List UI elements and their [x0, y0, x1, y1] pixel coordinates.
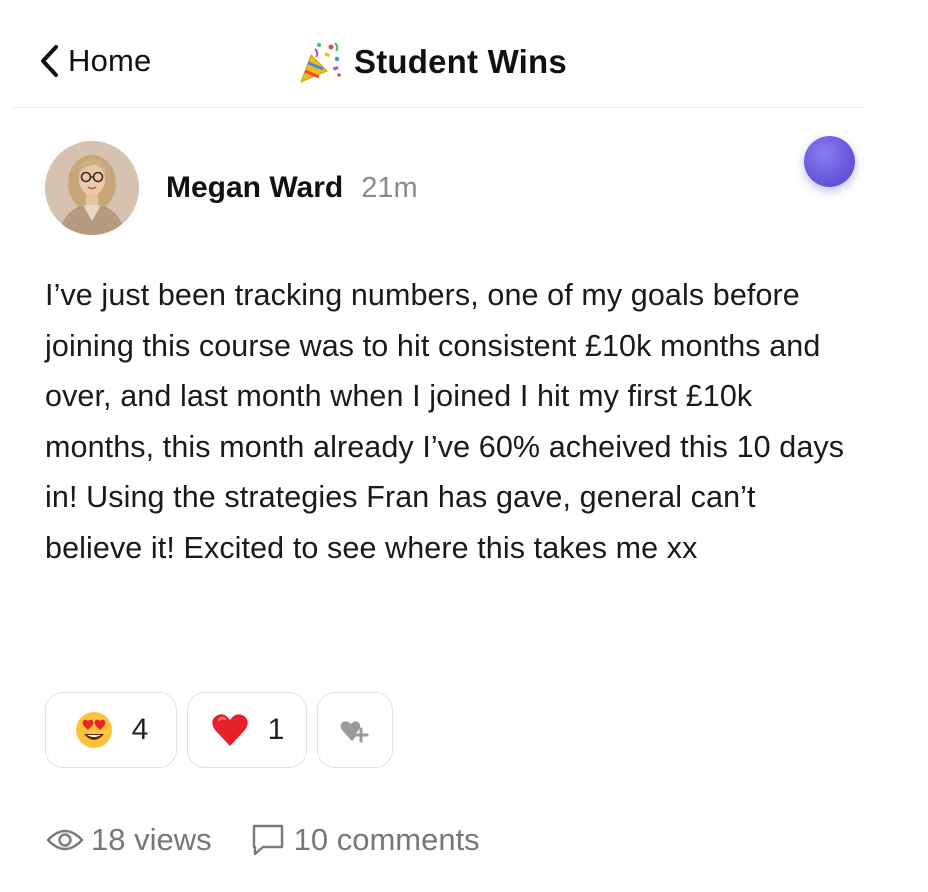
page-title: Student Wins: [354, 43, 567, 80]
avatar[interactable]: [45, 141, 139, 235]
reaction-count: 1: [267, 713, 285, 746]
views-count: 18 views: [91, 822, 212, 857]
reaction-red-heart[interactable]: 1: [187, 692, 307, 768]
reaction-count: 4: [131, 713, 149, 746]
page-title-group: Student Wins: [296, 36, 567, 88]
party-popper-icon: [296, 38, 344, 86]
comment-icon: [248, 820, 288, 860]
back-label: Home: [68, 43, 152, 78]
post-stats: 18 views 10 comments: [45, 818, 480, 862]
post-author-row: Megan Ward 21m: [166, 166, 418, 210]
views-stat: 18 views: [45, 820, 212, 860]
eye-icon: [45, 820, 85, 860]
post-timestamp: 21m: [361, 171, 418, 204]
red-heart-emoji-icon: [210, 710, 250, 750]
comments-count: 10 comments: [293, 822, 480, 857]
add-reaction-button[interactable]: [317, 692, 393, 768]
top-bar: Home Student Wins: [12, 0, 865, 108]
reaction-bar: 4 1: [45, 692, 393, 768]
comments-link[interactable]: 10 comments: [248, 820, 480, 860]
status-indicator: [804, 136, 855, 187]
reaction-heart-eyes[interactable]: 4: [45, 692, 177, 768]
add-reaction-icon: [335, 710, 375, 750]
heart-eyes-emoji-icon: [74, 710, 114, 750]
chevron-left-icon: [36, 44, 62, 78]
author-name[interactable]: Megan Ward: [166, 171, 343, 205]
back-button[interactable]: Home: [36, 40, 152, 82]
post-body: I’ve just been tracking numbers, one of …: [45, 278, 845, 565]
